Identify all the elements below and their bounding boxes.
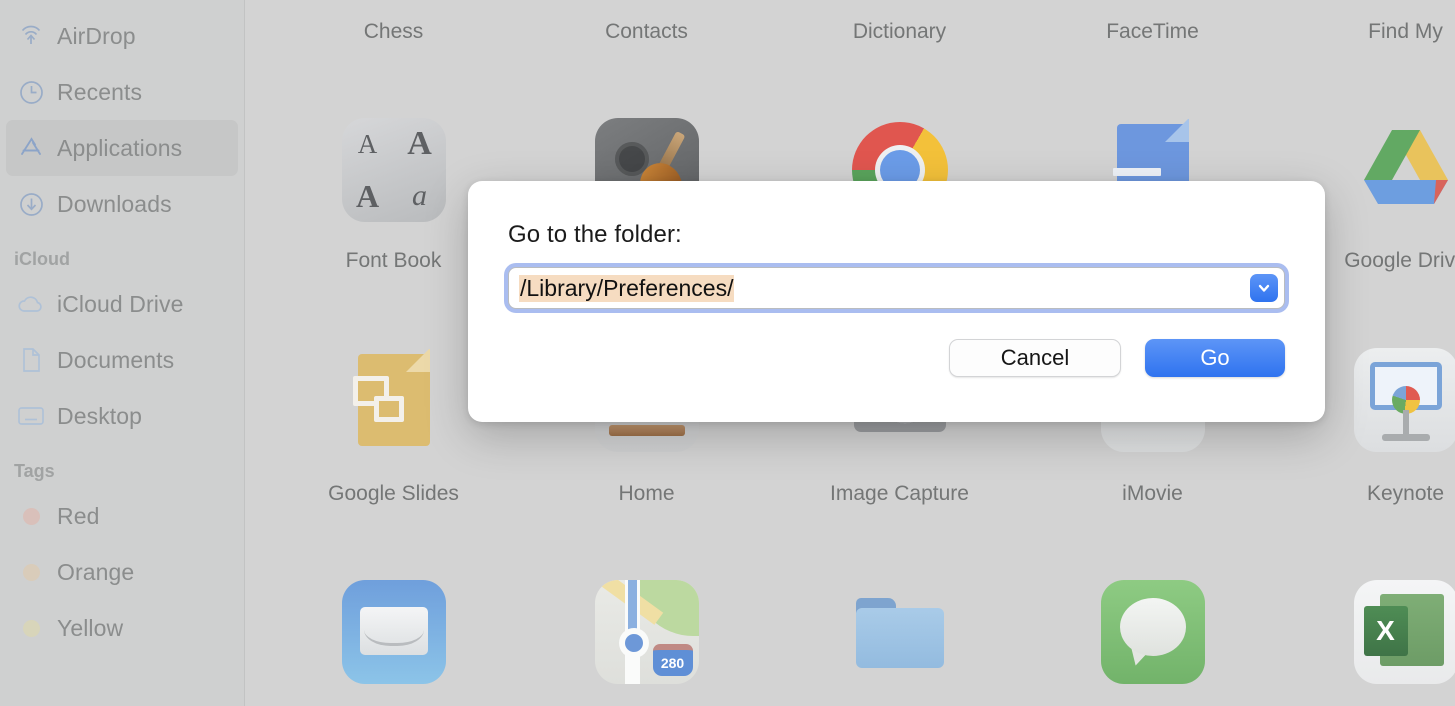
tag-dot-icon [14,501,48,531]
cancel-button[interactable]: Cancel [949,339,1121,377]
sidebar-item-downloads[interactable]: Downloads [6,176,238,232]
sidebar-tag-red[interactable]: Red [6,488,238,544]
sidebar-tag-yellow[interactable]: Yellow [6,600,238,656]
finder-window: AirDrop Recents Applications Downloads i… [0,0,1455,706]
app-label: iMovie [1122,482,1183,505]
font-glyph: A [407,125,432,162]
app-label: FaceTime [1106,20,1199,43]
sidebar-item-airdrop[interactable]: AirDrop [6,8,238,64]
app-label: Contacts [605,20,688,43]
messages-icon [1100,580,1205,684]
font-glyph: A [355,177,380,214]
font-glyph: a [412,179,427,212]
grid-row-labels-top: Chess Contacts Dictionary FaceTime Find … [245,12,1455,52]
google-slides-icon [342,348,446,452]
grid-cell[interactable]: Image Capture [773,478,1026,510]
grid-cell[interactable]: Keynote [1279,478,1455,510]
excel-icon: X [1353,580,1455,684]
dialog-title: Go to the folder: [508,221,682,248]
clock-icon [14,77,48,107]
sidebar-tag-label: Orange [57,558,135,585]
grid-cell-excel[interactable]: X [1279,572,1455,692]
app-label: Font Book [345,249,442,272]
excel-letter: X [1363,606,1408,656]
maps-icon: 280 [594,580,699,684]
grid-cell[interactable]: Find My [1279,12,1455,52]
download-icon [14,189,48,219]
grid-cell-folder[interactable] [773,572,1026,692]
app-label: Image Capture [830,482,969,505]
sidebar-section-tags: Tags [14,461,55,481]
app-label: Google Slides [328,482,459,505]
app-label: Chess [363,20,424,43]
google-drive-icon [1354,118,1455,222]
grid-cell[interactable]: Home [520,478,773,510]
folder-icon [848,580,952,684]
grid-cell[interactable]: Contacts [520,12,773,52]
grid-cell-mail[interactable] [267,572,520,692]
folder-path-field[interactable]: /Library/Preferences/ [508,267,1285,309]
app-label: Google Drive [1344,249,1455,272]
grid-cell-maps[interactable]: 280 [520,572,773,692]
grid-cell[interactable]: FaceTime [1026,12,1279,52]
sidebar-section-icloud: iCloud [14,249,70,269]
grid-cell[interactable]: iMovie [1026,478,1279,510]
sidebar-tag-label: Red [57,502,100,529]
grid-cell[interactable]: Chess [267,12,520,52]
sidebar-tag-orange[interactable]: Orange [6,544,238,600]
grid-cell[interactable]: Google Slides [267,478,520,510]
sidebar-item-label: Recents [57,78,143,105]
font-glyph: A [357,128,378,159]
grid-cell-messages[interactable] [1026,572,1279,692]
tag-dot-icon [14,557,48,587]
sidebar-item-label: Downloads [57,190,172,217]
desktop-icon [14,401,48,431]
app-label: Find My [1368,20,1443,43]
airdrop-icon [14,21,48,51]
app-label: Dictionary [852,20,947,43]
sidebar: AirDrop Recents Applications Downloads i… [0,0,245,706]
sidebar-item-label: iCloud Drive [57,290,184,317]
highway-shield-label: 280 [652,644,693,676]
go-button[interactable]: Go [1145,339,1285,377]
sidebar-item-recents[interactable]: Recents [6,64,238,120]
folder-path-input[interactable]: /Library/Preferences/ [519,274,1250,302]
sidebar-item-icloud-drive[interactable]: iCloud Drive [6,276,238,332]
document-icon [14,345,48,375]
keynote-icon [1353,348,1455,452]
sidebar-item-label: Applications [57,134,183,161]
go-to-folder-dialog: Go to the folder: /Library/Preferences/ … [468,181,1325,422]
grid-row-labels-2: Google Slides Home Image Capture iMovie … [245,478,1455,510]
mail-icon [341,580,446,684]
font-book-icon: A A A a [341,118,446,222]
folder-path-value: /Library/Preferences/ [519,274,735,302]
sidebar-item-applications[interactable]: Applications [6,120,238,176]
tag-dot-icon [14,613,48,643]
app-label: Home [618,482,675,505]
sidebar-item-label: Documents [57,346,175,373]
grid-row-icons-3: 280 X [245,572,1455,692]
sidebar-item-desktop[interactable]: Desktop [6,388,238,444]
sidebar-item-label: AirDrop [57,22,136,49]
grid-cell[interactable]: Dictionary [773,12,1026,52]
cloud-icon [14,289,48,319]
sidebar-item-documents[interactable]: Documents [6,332,238,388]
chevron-down-icon[interactable] [1250,274,1278,302]
sidebar-item-label: Desktop [57,402,143,429]
sidebar-tag-label: Yellow [57,614,124,641]
app-label: Keynote [1366,482,1445,505]
applications-icon [14,133,48,163]
dialog-button-row: Cancel Go [508,339,1285,377]
